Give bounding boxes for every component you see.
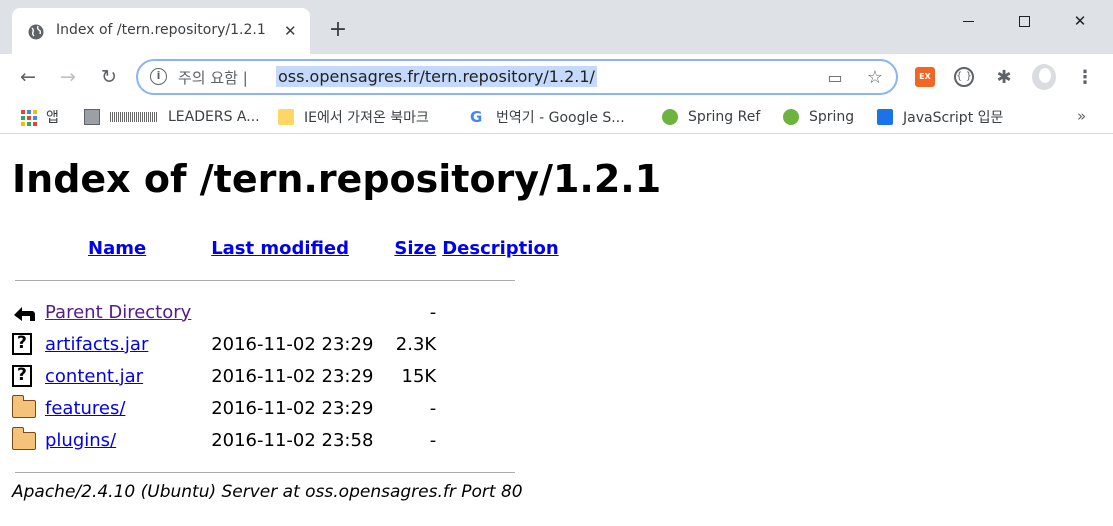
extension-dev-button[interactable]: { }: [952, 65, 976, 89]
size-cell: -: [429, 397, 437, 419]
address-bar[interactable]: i 주의 요함 | oss.opensagres.fr/tern.reposit…: [136, 59, 898, 95]
bookmark-label: JavaScript 입문: [903, 110, 1004, 126]
modified-cell: 2016-11-02 23:29: [211, 333, 374, 355]
profile-button[interactable]: [1032, 64, 1056, 90]
extension-ex-button[interactable]: EX: [913, 65, 937, 89]
maximize-icon: [1018, 15, 1030, 27]
server-signature: Apache/2.4.10 (Ubuntu) Server at oss.ope…: [12, 482, 523, 502]
divider: [15, 471, 515, 473]
maximize-button[interactable]: [1001, 6, 1047, 36]
bookmark-label: IE에서 가져온 북마크: [304, 110, 429, 126]
folder-link[interactable]: features/: [45, 398, 125, 419]
cast-icon[interactable]: ▭: [824, 66, 846, 88]
folder-icon: [278, 109, 294, 125]
bookmark-ie-folder[interactable]: IE에서 가져온 북마크: [278, 106, 429, 128]
bookmark-javascript[interactable]: JavaScript 입문: [877, 106, 1003, 128]
size-cell: 2.3K: [395, 333, 437, 355]
code-extension-icon: { }: [954, 67, 974, 87]
folder-icon: [12, 394, 36, 418]
bookmark-label: Spring Ref: [688, 109, 761, 125]
page-content: Index of /tern.repository/1.2.1 Name Las…: [12, 150, 1102, 502]
folder-icon: [12, 426, 36, 450]
bookmarks-bar: 앱 LEADERS A... IE에서 가져온 북마크 G 번역기 - Goog…: [0, 100, 1113, 134]
bookmark-label: 앱: [46, 110, 59, 126]
back-button[interactable]: ←: [13, 62, 43, 92]
extensions-puzzle-icon[interactable]: ✱: [992, 65, 1016, 89]
browser-toolbar: ← → ↻ i 주의 요함 | oss.opensagres.fr/tern.r…: [0, 54, 1113, 100]
minimize-icon: [962, 20, 974, 22]
book-icon: [877, 109, 893, 125]
menu-kebab-icon[interactable]: ⋮: [1073, 65, 1097, 89]
bookmark-google-translate[interactable]: G 번역기 - Google S...: [470, 106, 625, 128]
url-text[interactable]: oss.opensagres.fr/tern.repository/1.2.1/: [276, 66, 597, 87]
table-row: Parent Directory -: [12, 296, 562, 328]
bookmark-apps[interactable]: 앱: [20, 106, 59, 128]
tab-title: Index of /tern.repository/1.2.1: [56, 22, 266, 38]
sort-size-link[interactable]: Size: [394, 238, 436, 259]
unknown-file-icon: [12, 365, 32, 387]
new-tab-button[interactable]: +: [326, 18, 350, 42]
table-row: plugins/ 2016-11-02 23:58 -: [12, 424, 562, 456]
security-label[interactable]: 주의 요함 |: [178, 67, 248, 88]
modified-cell: 2016-11-02 23:29: [211, 365, 374, 387]
directory-listing: Name Last modified Size Description Pare…: [12, 232, 562, 488]
modified-cell: 2016-11-02 23:29: [211, 397, 374, 419]
parent-directory-link[interactable]: Parent Directory: [45, 302, 191, 323]
tab-strip: Index of /tern.repository/1.2.1 ✕ + ✕: [0, 0, 1113, 54]
window-close-button[interactable]: ✕: [1057, 6, 1103, 36]
size-cell: 15K: [401, 365, 437, 387]
back-arrow-icon: [14, 307, 35, 321]
close-icon: ✕: [1073, 12, 1087, 30]
site-icon: [84, 109, 100, 125]
table-row: artifacts.jar 2016-11-02 23:29 2.3K: [12, 328, 562, 360]
bookmark-star-icon[interactable]: ☆: [864, 66, 886, 88]
folder-link[interactable]: plugins/: [45, 430, 116, 451]
apps-grid-icon: [20, 109, 37, 126]
avatar-icon: [1032, 64, 1056, 90]
file-link[interactable]: content.jar: [45, 366, 143, 387]
bookmark-spring[interactable]: Spring: [783, 106, 854, 128]
info-icon[interactable]: i: [150, 68, 167, 85]
unknown-file-icon: [12, 333, 32, 355]
sort-name-link[interactable]: Name: [88, 238, 146, 259]
redacted-text: [110, 112, 158, 122]
file-link[interactable]: artifacts.jar: [45, 334, 148, 355]
modified-cell: 2016-11-02 23:58: [211, 429, 374, 451]
table-row: content.jar 2016-11-02 23:29 15K: [12, 360, 562, 392]
tab-close-icon[interactable]: ✕: [284, 22, 297, 40]
google-icon: G: [470, 108, 483, 126]
table-row: features/ 2016-11-02 23:29 -: [12, 392, 562, 424]
bookmark-leaders[interactable]: LEADERS A...: [84, 106, 260, 128]
sort-last-modified-link[interactable]: Last modified: [211, 238, 349, 259]
spring-icon: [783, 109, 799, 125]
active-tab[interactable]: Index of /tern.repository/1.2.1 ✕: [12, 8, 310, 54]
ex-extension-icon: EX: [915, 67, 935, 87]
reload-button[interactable]: ↻: [94, 62, 124, 92]
table-header-row: Name Last modified Size Description: [12, 232, 562, 264]
size-cell: -: [429, 301, 437, 323]
globe-icon: [28, 24, 44, 40]
bookmark-label: Spring: [809, 109, 855, 125]
bookmarks-overflow-icon[interactable]: »: [1077, 107, 1086, 125]
sort-description-link[interactable]: Description: [442, 238, 558, 259]
spring-icon: [662, 109, 678, 125]
forward-button[interactable]: →: [53, 62, 83, 92]
bookmark-label: 번역기 - Google S...: [496, 110, 625, 126]
divider: [15, 279, 515, 281]
minimize-button[interactable]: [945, 6, 991, 36]
bookmark-spring-ref[interactable]: Spring Ref: [662, 106, 760, 128]
page-title: Index of /tern.repository/1.2.1: [12, 157, 662, 201]
bookmark-label: LEADERS A...: [168, 109, 260, 125]
size-cell: -: [429, 429, 437, 451]
